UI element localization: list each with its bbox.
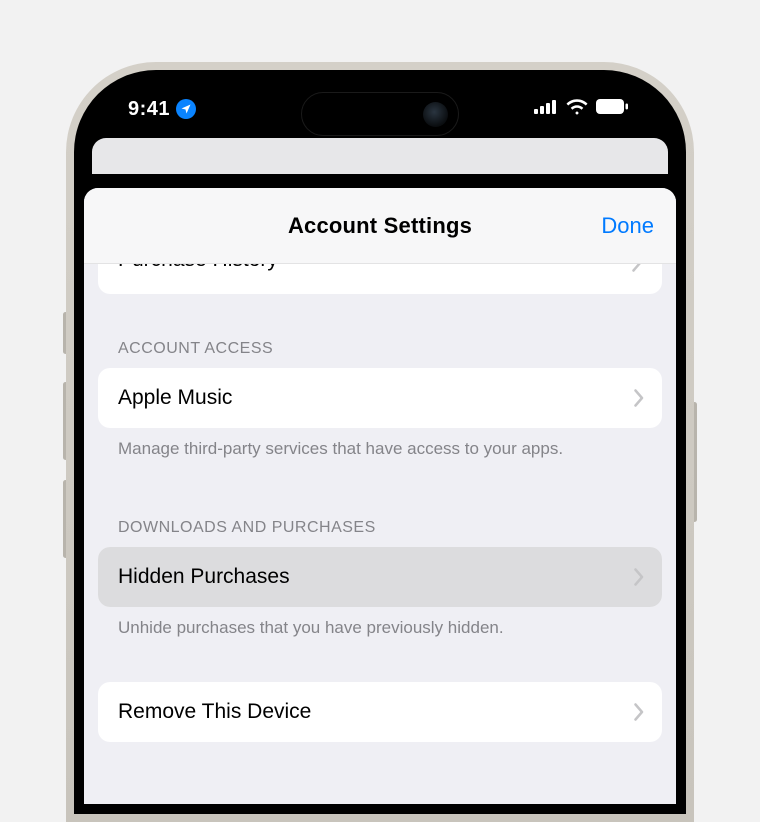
modal-sheet: Account Settings Done Purchase History — [84, 188, 676, 804]
chevron-right-icon — [634, 389, 644, 407]
row-hidden-purchases[interactable]: Hidden Purchases — [98, 547, 662, 607]
row-apple-music[interactable]: Apple Music — [98, 368, 662, 428]
status-time: 9:41 — [128, 98, 170, 121]
section-footer: Manage third-party services that have ac… — [98, 428, 662, 461]
phone-mockup: 9:41 — [66, 62, 694, 822]
section-header-account-access: ACCOUNT ACCESS — [98, 340, 662, 358]
chevron-right-icon — [634, 568, 644, 586]
row-remove-device[interactable]: Remove This Device — [98, 682, 662, 742]
row-label: Apple Music — [118, 386, 232, 410]
chevron-right-icon — [634, 703, 644, 721]
done-button[interactable]: Done — [601, 213, 654, 239]
row-label: Remove This Device — [118, 700, 311, 724]
background-sheet — [92, 138, 668, 174]
wifi-icon — [566, 99, 588, 120]
section-footer: Unhide purchases that you have previousl… — [98, 607, 662, 640]
row-purchase-history[interactable]: Purchase History — [98, 264, 662, 294]
battery-icon — [596, 99, 628, 119]
cellular-signal-icon — [534, 99, 558, 119]
chevron-right-icon — [632, 264, 642, 272]
section-header-downloads: DOWNLOADS AND PURCHASES — [98, 519, 662, 537]
status-bar: 9:41 — [84, 80, 676, 138]
page-title: Account Settings — [288, 213, 472, 239]
navigation-bar: Account Settings Done — [84, 188, 676, 264]
row-label: Hidden Purchases — [118, 565, 290, 589]
location-arrow-icon — [176, 99, 196, 119]
row-label: Purchase History — [118, 264, 278, 272]
